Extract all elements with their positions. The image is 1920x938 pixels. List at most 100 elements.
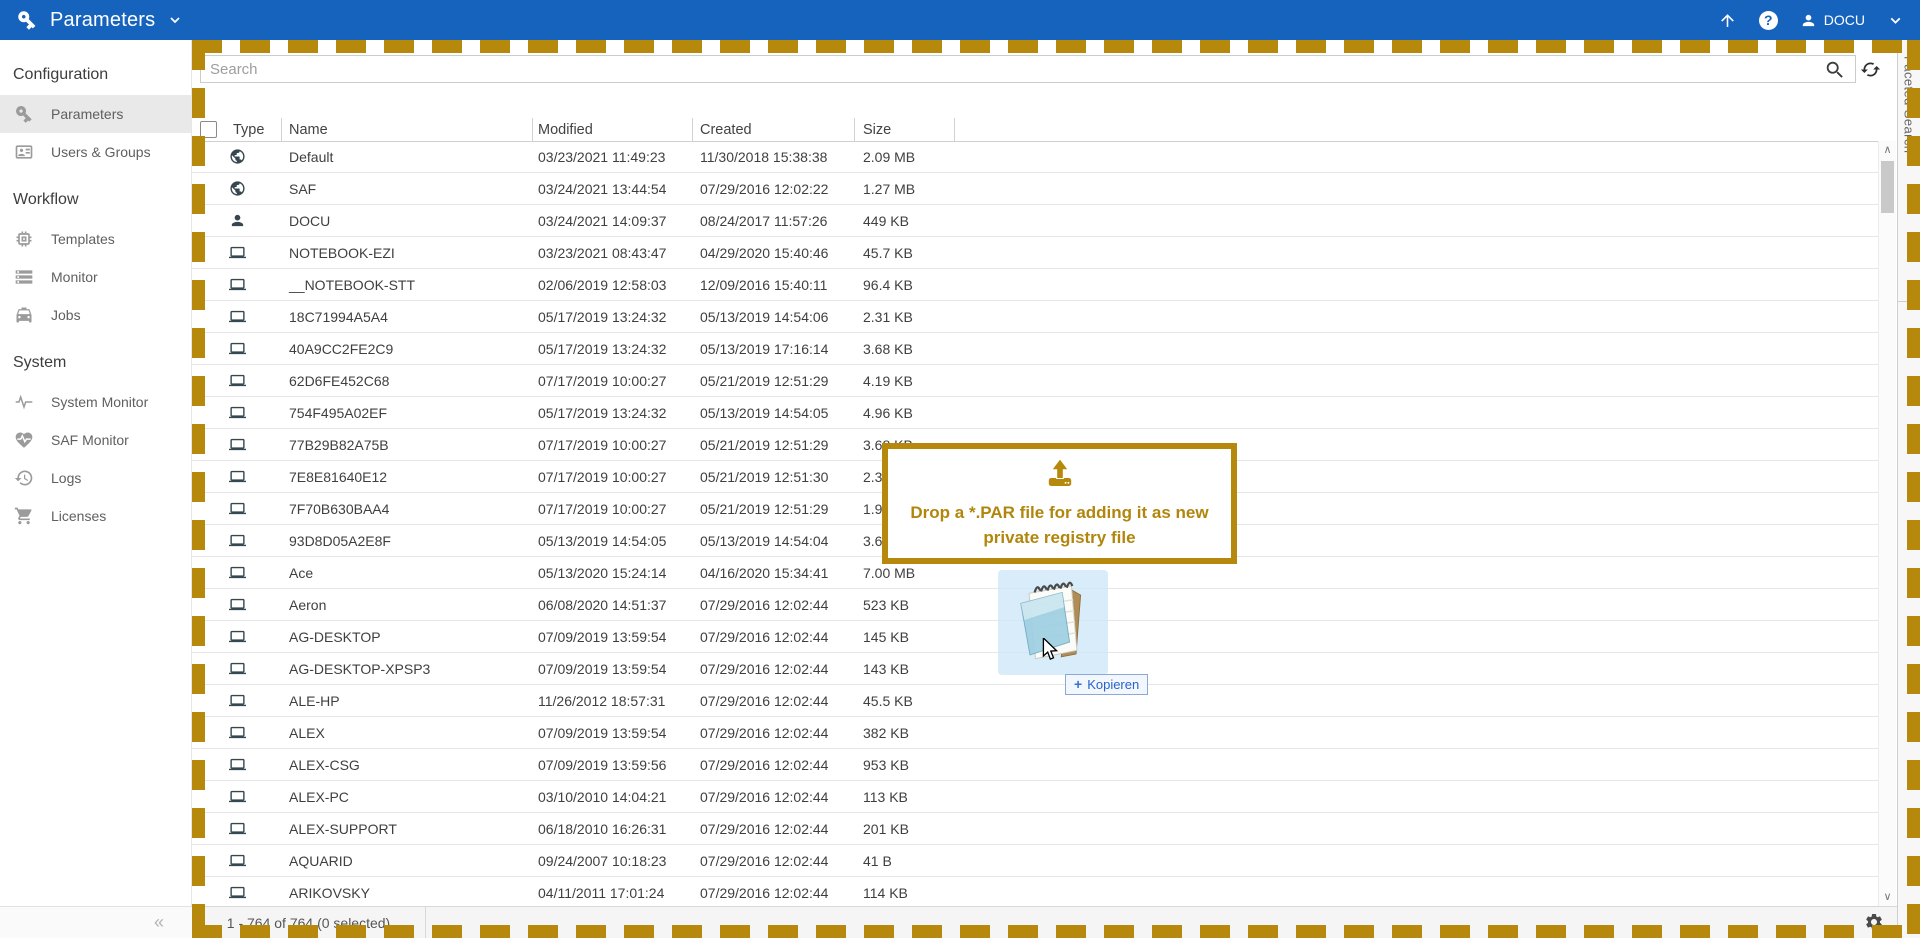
computer-icon: [192, 500, 282, 517]
computer-icon: [192, 436, 282, 453]
sidebar-item-logs[interactable]: Logs: [0, 459, 191, 497]
sidebar-item-parameters[interactable]: Parameters: [0, 95, 191, 133]
cell-name: 7F70B630BAA4: [282, 501, 533, 517]
column-header-name[interactable]: Name: [282, 118, 533, 141]
app-menu-button[interactable]: Parameters: [16, 9, 183, 32]
cell-created: 05/21/2019 12:51:29: [693, 373, 855, 389]
sidebar-item-users-groups[interactable]: Users & Groups: [0, 133, 191, 171]
table-row[interactable]: ALEX07/09/2019 13:59:5407/29/2016 12:02:…: [192, 717, 1878, 749]
cell-name: ALEX-CSG: [282, 757, 533, 773]
sidebar-item-label: Parameters: [51, 106, 123, 122]
table-row[interactable]: SAF03/24/2021 13:44:5407/29/2016 12:02:2…: [192, 173, 1878, 205]
table-row[interactable]: __NOTEBOOK-STT02/06/2019 12:58:0312/09/2…: [192, 269, 1878, 301]
column-header-size[interactable]: Size: [855, 118, 955, 141]
sidebar-item-system-monitor[interactable]: System Monitor: [0, 383, 191, 421]
taxi-icon: [14, 305, 34, 325]
sidebar-item-templates[interactable]: Templates: [0, 220, 191, 258]
table-row[interactable]: ALEX-SUPPORT06/18/2010 16:26:3107/29/201…: [192, 813, 1878, 845]
cell-created: 07/29/2016 12:02:44: [693, 661, 855, 677]
cell-modified: 07/09/2019 13:59:54: [533, 661, 693, 677]
cell-name: 77B29B82A75B: [282, 437, 533, 453]
cell-created: 05/13/2019 14:54:05: [693, 405, 855, 421]
vertical-scrollbar[interactable]: ∧ ∨: [1878, 141, 1896, 906]
faceted-search-label: Faceted Search: [1902, 56, 1917, 301]
cell-modified: 03/23/2021 08:43:47: [533, 245, 693, 261]
table-row[interactable]: AQUARID09/24/2007 10:18:2307/29/2016 12:…: [192, 845, 1878, 877]
table-row[interactable]: 62D6FE452C6807/17/2019 10:00:2705/21/201…: [192, 365, 1878, 397]
cell-created: 05/21/2019 12:51:29: [693, 437, 855, 453]
cell-modified: 06/08/2020 14:51:37: [533, 597, 693, 613]
computer-icon: [192, 404, 282, 421]
user-chevron-down-icon[interactable]: [1887, 12, 1904, 29]
scrollbar-up-arrow[interactable]: ∧: [1879, 143, 1896, 157]
collapse-chevrons: «: [154, 912, 164, 933]
table-row[interactable]: 18C71994A5A405/17/2019 13:24:3205/13/201…: [192, 301, 1878, 333]
table-row[interactable]: Default03/23/2021 11:49:2311/30/2018 15:…: [192, 141, 1878, 173]
contact-card-icon: [14, 142, 34, 162]
table-row[interactable]: 40A9CC2FE2C905/17/2019 13:24:3205/13/201…: [192, 333, 1878, 365]
help-icon[interactable]: ?: [1759, 11, 1778, 30]
select-all-checkbox[interactable]: [200, 121, 217, 138]
user-icon: [1800, 12, 1817, 29]
table-row[interactable]: ARIKOVSKY04/11/2011 17:01:2407/29/2016 1…: [192, 877, 1878, 906]
cell-modified: 07/09/2019 13:59:54: [533, 629, 693, 645]
sidebar-item-label: Templates: [51, 231, 115, 247]
computer-icon: [192, 308, 282, 325]
cell-modified: 07/09/2019 13:59:54: [533, 725, 693, 741]
cell-created: 07/29/2016 12:02:44: [693, 885, 855, 901]
cell-modified: 05/17/2019 13:24:32: [533, 309, 693, 325]
faceted-search-tab[interactable]: Faceted Search: [1898, 40, 1920, 302]
cell-created: 08/24/2017 11:57:26: [693, 213, 855, 229]
sidebar-item-saf-monitor[interactable]: SAF Monitor: [0, 421, 191, 459]
table-row[interactable]: DOCU03/24/2021 14:09:3708/24/2017 11:57:…: [192, 205, 1878, 237]
search-input[interactable]: [200, 55, 1856, 83]
table-row[interactable]: NOTEBOOK-EZI03/23/2021 08:43:4704/29/202…: [192, 237, 1878, 269]
drop-zone-message: Drop a *.PAR file for adding it as new p…: [910, 501, 1208, 550]
column-header-type[interactable]: Type: [227, 118, 282, 141]
sidebar-item-label: Licenses: [51, 508, 106, 524]
computer-icon: [192, 468, 282, 485]
search-icon[interactable]: [1824, 59, 1846, 81]
user-menu[interactable]: DOCU: [1800, 12, 1865, 29]
table-row[interactable]: ALE-HP11/26/2012 18:57:3107/29/2016 12:0…: [192, 685, 1878, 717]
cell-created: 05/13/2019 14:54:04: [693, 533, 855, 549]
column-header-created[interactable]: Created: [693, 118, 855, 141]
cell-name: Default: [282, 149, 533, 165]
scrollbar-down-arrow[interactable]: ∨: [1879, 890, 1896, 904]
cell-name: SAF: [282, 181, 533, 197]
cell-created: 07/29/2016 12:02:44: [693, 853, 855, 869]
sidebar-item-jobs[interactable]: Jobs: [0, 296, 191, 334]
sidebar-item-licenses[interactable]: Licenses: [0, 497, 191, 535]
sidebar-collapse-button[interactable]: «: [0, 906, 192, 938]
drop-zone[interactable]: Drop a *.PAR file for adding it as new p…: [882, 443, 1237, 564]
cell-name: 754F495A02EF: [282, 405, 533, 421]
cell-size: 4.19 KB: [855, 373, 955, 389]
scrollbar-thumb[interactable]: [1881, 161, 1894, 213]
cell-modified: 03/24/2021 14:09:37: [533, 213, 693, 229]
gear-icon[interactable]: [1864, 912, 1884, 932]
cell-size: 449 KB: [855, 213, 955, 229]
upload-icon: [1040, 457, 1080, 496]
cart-icon: [14, 506, 34, 526]
cell-name: ALE-HP: [282, 693, 533, 709]
sidebar-section-title: Workflow: [0, 185, 191, 220]
computer-icon: [192, 244, 282, 261]
refresh-icon[interactable]: [1860, 59, 1881, 80]
table-row[interactable]: ALEX-PC03/10/2010 14:04:2107/29/2016 12:…: [192, 781, 1878, 813]
table-row[interactable]: 754F495A02EF05/17/2019 13:24:3205/13/201…: [192, 397, 1878, 429]
table-row[interactable]: ALEX-CSG07/09/2019 13:59:5607/29/2016 12…: [192, 749, 1878, 781]
scroll-top-button[interactable]: [1718, 11, 1737, 30]
drop-target-border-top: [192, 40, 1920, 53]
chevron-down-icon: [167, 12, 183, 28]
key-icon: [14, 104, 34, 124]
cell-size: 41 B: [855, 853, 955, 869]
sidebar-item-monitor[interactable]: Monitor: [0, 258, 191, 296]
sidebar-section-configuration: ConfigurationParametersUsers & Groups: [0, 60, 191, 171]
computer-icon: [192, 532, 282, 549]
pulse-icon: [14, 392, 34, 412]
computer-icon: [192, 884, 282, 901]
column-header-modified[interactable]: Modified: [533, 118, 693, 141]
computer-icon: [192, 692, 282, 709]
cell-name: ALEX-SUPPORT: [282, 821, 533, 837]
cell-name: 18C71994A5A4: [282, 309, 533, 325]
